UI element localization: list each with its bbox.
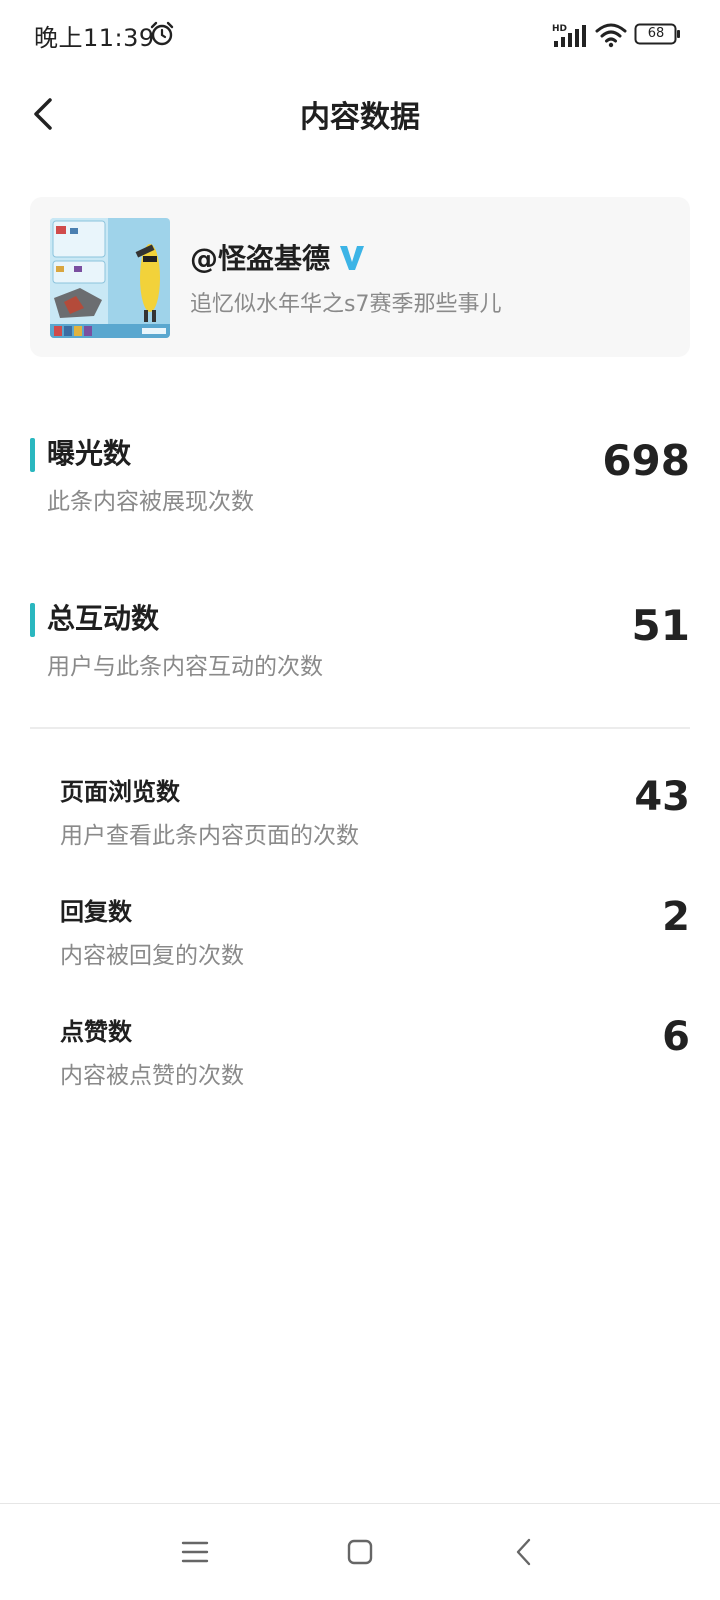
sub-metric-description: 用户查看此条内容页面的次数 (60, 823, 359, 849)
sub-metric-value: 6 (662, 1014, 690, 1060)
back-triangle-icon (516, 1538, 531, 1566)
author-name: @怪盗基德 (190, 242, 331, 275)
accent-bar (30, 438, 35, 472)
metric-title: 曝光数 (47, 437, 132, 470)
divider (30, 727, 690, 729)
sub-metric-title: 点赞数 (60, 1018, 132, 1046)
menu-icon (181, 1541, 209, 1563)
home-square-icon (347, 1539, 373, 1565)
card-description: 追忆似水年华之s7赛季那些事儿 (190, 292, 502, 317)
sub-metric-title: 回复数 (60, 898, 132, 926)
system-back-button[interactable] (505, 1532, 545, 1572)
sub-metric-description: 内容被回复的次数 (60, 943, 244, 969)
metric-value: 51 (631, 601, 690, 650)
home-button[interactable] (340, 1532, 380, 1572)
sub-metric-value: 43 (634, 774, 690, 820)
metric-interaction: 总互动数 用户与此条内容互动的次数 51 (30, 597, 690, 697)
thumbnail-image (50, 218, 170, 338)
verified-v-icon (340, 246, 365, 270)
header: 内容数据 (0, 78, 720, 148)
accent-bar (30, 603, 35, 637)
battery-level: 68 (647, 26, 665, 41)
sub-metric-page-views: 页面浏览数 用户查看此条内容页面的次数 43 (60, 772, 690, 862)
sub-metric-likes: 点赞数 内容被点赞的次数 6 (60, 1012, 690, 1102)
wifi-icon (595, 23, 627, 48)
card-author: @怪盗基德 (190, 237, 366, 277)
status-bar: 晚上11:39 HD 68 (0, 0, 720, 70)
sub-metric-description: 内容被点赞的次数 (60, 1063, 244, 1089)
menu-button[interactable] (175, 1532, 215, 1572)
svg-text:HD: HD (552, 24, 567, 34)
status-time: 晚上11:39 (34, 24, 155, 52)
metric-value: 698 (602, 436, 690, 485)
metric-title: 总互动数 (47, 602, 160, 635)
signal-hd-icon: HD (552, 24, 586, 47)
content-card[interactable]: @怪盗基德 追忆似水年华之s7赛季那些事儿 (30, 197, 690, 357)
metric-description: 此条内容被展现次数 (47, 489, 254, 515)
content-thumbnail (50, 218, 170, 338)
metric-exposure: 曝光数 此条内容被展现次数 698 (30, 432, 690, 532)
metric-description: 用户与此条内容互动的次数 (47, 654, 323, 680)
page-title: 内容数据 (300, 100, 420, 135)
sub-metric-title: 页面浏览数 (60, 778, 180, 806)
alarm-icon (150, 21, 174, 46)
navigation-bar (0, 1503, 720, 1600)
sub-metric-replies: 回复数 内容被回复的次数 2 (60, 892, 690, 982)
sub-metric-value: 2 (662, 894, 690, 940)
